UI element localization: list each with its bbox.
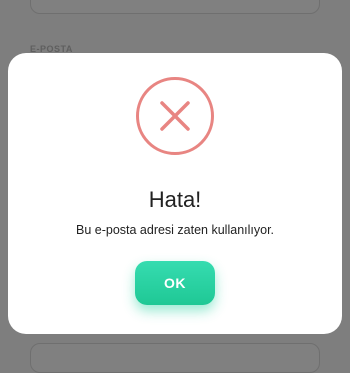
error-x-circle-icon (136, 77, 214, 155)
dialog-message: Bu e-posta adresi zaten kullanılıyor. (75, 223, 275, 237)
error-dialog: Hata! Bu e-posta adresi zaten kullanılıy… (8, 53, 342, 334)
background-input-card-top (30, 0, 320, 14)
background-input-card-bottom (30, 343, 320, 373)
ok-button[interactable]: OK (135, 261, 215, 305)
dialog-title: Hata! (148, 187, 202, 212)
